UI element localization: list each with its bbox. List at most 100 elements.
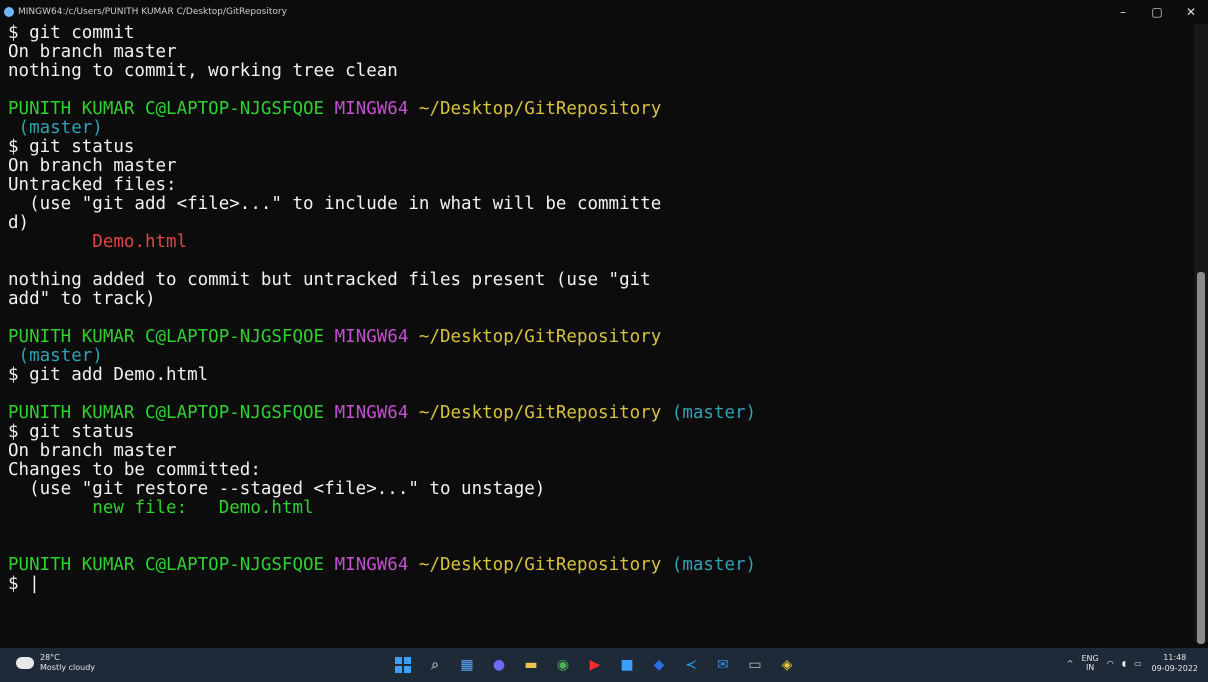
terminal-text: On branch master — [8, 156, 177, 176]
terminal-text: ~/Desktop/GitRepository — [418, 555, 672, 575]
scrollbar[interactable] — [1194, 24, 1208, 644]
vscode-icon-glyph: ≺ — [685, 657, 697, 673]
chrome-icon[interactable]: ◉ — [552, 654, 574, 676]
terminal-text: (master) — [671, 555, 757, 575]
search-icon-glyph: ⌕ — [431, 657, 439, 673]
terminal-output[interactable]: $ git commit On branch master nothing to c… — [8, 24, 1188, 642]
terminal-text: new file: Demo.html — [92, 498, 314, 518]
clock-time: 11:48 — [1163, 653, 1187, 662]
system-tray: ^ ENG IN ◠ ◖ ▭ 11:48 09-09-2022 — [1059, 652, 1198, 674]
terminal-line: Untracked files: — [8, 176, 1188, 195]
chat-icon-glyph: ● — [492, 657, 506, 673]
weather-temp: 28°C — [40, 653, 60, 662]
terminal-line: On branch master — [8, 43, 1188, 62]
terminal-text: add" to track) — [8, 289, 156, 309]
terminal-window[interactable]: MINGW64:/c/Users/PUNITH KUMAR C/Desktop/… — [0, 0, 1208, 648]
store-icon-glyph: ■ — [620, 657, 634, 673]
terminal-text: ~/Desktop/GitRepository — [418, 99, 662, 119]
terminal-text: MINGW64 — [334, 99, 419, 119]
terminal-line: (use "git add <file>..." to include in w… — [8, 195, 1188, 214]
mail-icon-glyph: ✉ — [717, 657, 729, 673]
terminal-text: MINGW64 — [334, 403, 419, 423]
cloud-icon — [16, 657, 34, 669]
mail-icon[interactable]: ✉ — [712, 654, 734, 676]
terminal-line: (master) — [8, 119, 1188, 138]
minimize-button[interactable]: – — [1106, 5, 1140, 19]
terminal-line: $ git status — [8, 423, 1188, 442]
store-icon[interactable]: ■ — [616, 654, 638, 676]
terminal-text: (master) — [8, 118, 103, 138]
terminal-line: $ git commit — [8, 24, 1188, 43]
widgets-icon[interactable]: ▦ — [456, 654, 478, 676]
terminal-text: Changes to be committed: — [8, 460, 261, 480]
terminal-text: MINGW64 — [334, 555, 419, 575]
terminal-line: On branch master — [8, 442, 1188, 461]
volume-icon[interactable]: ◖ — [1122, 659, 1126, 668]
battery-icon[interactable]: ▭ — [1134, 659, 1142, 668]
terminal-line: d) — [8, 214, 1188, 233]
terminal-line: Changes to be committed: — [8, 461, 1188, 480]
weather-condition: Mostly cloudy — [40, 663, 95, 672]
terminal-text: (use "git restore --staged <file>..." to… — [8, 479, 546, 499]
terminal-text: $ git add Demo.html — [8, 365, 209, 385]
wifi-icon[interactable]: ◠ — [1107, 659, 1114, 668]
git-icon[interactable]: ◈ — [776, 654, 798, 676]
terminal-text: nothing added to commit but untracked fi… — [8, 270, 651, 290]
terminal-text: ~/Desktop/GitRepository — [418, 403, 672, 423]
edge-icon[interactable]: ◆ — [648, 654, 670, 676]
terminal-line: $ | — [8, 575, 1188, 594]
taskbar: 28°C Mostly cloudy ⌕ ▦ ● ▬ ◉ ▶ ■ ◆ ≺ ✉ ▭ ◈ ^ ENG IN… — [0, 648, 1208, 682]
chat-icon[interactable]: ● — [488, 654, 510, 676]
terminal-text: nothing to commit, working tree clean — [8, 61, 398, 81]
terminal-line: PUNITH KUMAR C@LAPTOP-NJGSFQOE MINGW64 ~… — [8, 100, 1188, 119]
close-button[interactable]: ✕ — [1174, 5, 1208, 19]
terminal-text: $ git status — [8, 137, 135, 157]
clock[interactable]: 11:48 09-09-2022 — [1152, 652, 1199, 674]
maximize-button[interactable]: ▢ — [1140, 5, 1174, 19]
vscode-icon[interactable]: ≺ — [680, 654, 702, 676]
terminal-line: PUNITH KUMAR C@LAPTOP-NJGSFQOE MINGW64 ~… — [8, 556, 1188, 575]
window-title: MINGW64:/c/Users/PUNITH KUMAR C/Desktop/… — [18, 7, 287, 17]
git-icon-glyph: ◈ — [781, 657, 793, 673]
terminal-text: $ git status — [8, 422, 135, 442]
terminal-line: $ git status — [8, 138, 1188, 157]
language-indicator[interactable]: ENG IN — [1081, 654, 1098, 672]
file-explorer-icon[interactable]: ▬ — [520, 654, 542, 676]
taskbar-apps: ⌕ ▦ ● ▬ ◉ ▶ ■ ◆ ≺ ✉ ▭ ◈ — [392, 654, 808, 676]
terminal-text: On branch master — [8, 441, 177, 461]
widgets-icon-glyph: ▦ — [460, 657, 474, 673]
terminal-text: Demo.html — [92, 232, 188, 252]
terminal-line: (use "git restore --staged <file>..." to… — [8, 480, 1188, 499]
chevron-up-icon[interactable]: ^ — [1067, 659, 1074, 668]
scrollbar-thumb[interactable] — [1197, 272, 1205, 644]
terminal-text: (use "git add <file>..." to include in w… — [8, 194, 662, 214]
terminal-text: PUNITH KUMAR C@LAPTOP-NJGSFQOE — [8, 555, 335, 575]
start-button[interactable] — [392, 654, 414, 676]
terminal-text: PUNITH KUMAR C@LAPTOP-NJGSFQOE — [8, 327, 335, 347]
region-label: IN — [1085, 663, 1095, 672]
terminal-icon[interactable]: ▭ — [744, 654, 766, 676]
terminal-text: (master) — [671, 403, 757, 423]
youtube-icon[interactable]: ▶ — [584, 654, 606, 676]
terminal-text: Untracked files: — [8, 175, 177, 195]
terminal-text: ~/Desktop/GitRepository — [418, 327, 662, 347]
terminal-line: $ git add Demo.html — [8, 366, 1188, 385]
youtube-icon-glyph: ▶ — [589, 657, 601, 673]
terminal-line: nothing to commit, working tree clean — [8, 62, 1188, 81]
terminal-line: Demo.html — [8, 233, 1188, 252]
terminal-line: nothing added to commit but untracked fi… — [8, 271, 1188, 290]
terminal-text: PUNITH KUMAR C@LAPTOP-NJGSFQOE — [8, 403, 335, 423]
weather-widget[interactable]: 28°C Mostly cloudy — [16, 653, 95, 673]
terminal-icon-glyph: ▭ — [748, 657, 762, 673]
windows-logo-icon — [395, 657, 411, 673]
terminal-text: d) — [8, 213, 30, 233]
search-icon[interactable]: ⌕ — [424, 654, 446, 676]
title-bar[interactable]: MINGW64:/c/Users/PUNITH KUMAR C/Desktop/… — [0, 0, 1208, 24]
chrome-icon-glyph: ◉ — [556, 657, 570, 673]
terminal-line: new file: Demo.html — [8, 499, 1188, 518]
